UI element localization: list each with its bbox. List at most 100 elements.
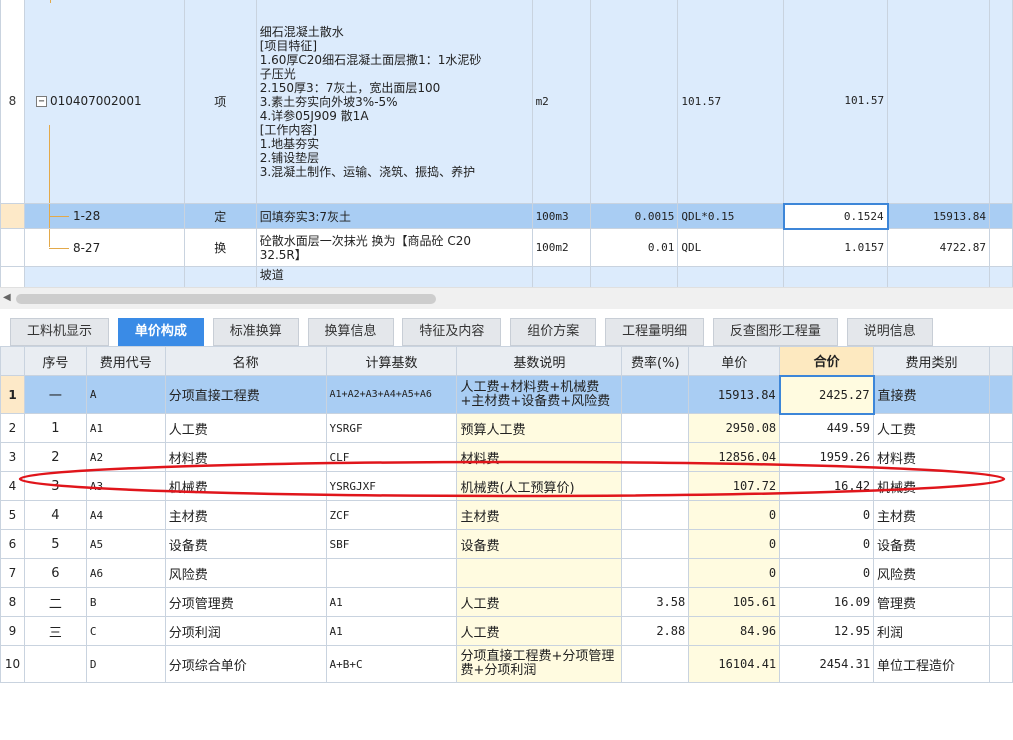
cell-rate[interactable] [621, 529, 690, 559]
col-header-code[interactable]: 费用代号 [85, 346, 166, 376]
cell-base-desc[interactable]: 机械费(人工预算价) [456, 471, 623, 501]
cell-code[interactable]: A4 [85, 500, 166, 530]
tab-pricing-scheme[interactable]: 组价方案 [510, 318, 597, 346]
cell-base[interactable]: CLF [325, 442, 458, 472]
cell-category[interactable]: 人工费 [873, 413, 990, 443]
cell-code[interactable]: A2 [85, 442, 166, 472]
cell-base-desc[interactable]: 主材费 [456, 500, 623, 530]
cell-seq[interactable]: 2 [23, 442, 87, 472]
cell-code[interactable]: A6 [85, 558, 166, 588]
table-row[interactable]: 4 3 A3 机械费 YSRGJXF 机械费(人工预算价) 107.72 16.42 机械费 [0, 471, 1013, 501]
cell-seq[interactable]: 1 [23, 413, 87, 443]
cell-base[interactable]: YSRGJXF [325, 471, 458, 501]
cell-category[interactable]: 主材费 [873, 500, 990, 530]
item-code-cell[interactable] [23, 266, 185, 287]
cell-seq[interactable] [23, 645, 87, 683]
quota-expression[interactable]: QDL*0.15 [677, 203, 785, 229]
col-header-rate[interactable]: 费率(%) [621, 346, 690, 376]
table-row[interactable]: 10 D 分项综合单价 A+B+C 分项直接工程费+分项管理费+分项利润 16104.41… [0, 645, 1013, 683]
cell-rate[interactable] [621, 500, 690, 530]
quota-description[interactable]: 砼散水面层一次抹光 换为【商品砼 C20 32.5R】 [255, 228, 533, 267]
cell-base[interactable]: A1+A2+A3+A4+A5+A6 [325, 375, 458, 414]
cell-category[interactable]: 直接费 [873, 375, 990, 414]
horizontal-scrollbar[interactable]: ◀ [0, 287, 1013, 309]
cell-name[interactable]: 风险费 [164, 558, 327, 588]
cell-seq[interactable]: 二 [23, 587, 87, 617]
table-row[interactable]: 6 5 A5 设备费 SBF 设备费 0 0 设备费 [0, 529, 1013, 559]
cell-name[interactable]: 主材费 [164, 500, 327, 530]
cell-rate[interactable] [621, 442, 690, 472]
cell-category[interactable]: 设备费 [873, 529, 990, 559]
cell-base-desc[interactable]: 人工费+材料费+机械费+主材费+设备费+风险费 [456, 375, 623, 414]
quota-expression[interactable]: QDL [677, 228, 785, 267]
cell-base[interactable]: A1 [325, 616, 458, 646]
cell-category[interactable]: 机械费 [873, 471, 990, 501]
cell-code[interactable]: A [85, 375, 166, 414]
table-row[interactable]: 2 1 A1 人工费 YSRGF 预算人工费 2950.08 449.59 人工费 [0, 413, 1013, 443]
cell-base[interactable]: SBF [325, 529, 458, 559]
cell-seq[interactable]: 3 [23, 471, 87, 501]
cell-base-desc[interactable] [456, 558, 623, 588]
table-row[interactable]: 9 三 C 分项利润 A1 人工费 2.88 84.96 12.95 利润 [0, 616, 1013, 646]
cell-seq[interactable]: 6 [23, 558, 87, 588]
cell-seq[interactable]: 三 [23, 616, 87, 646]
cell-rate[interactable] [621, 413, 690, 443]
cell-seq[interactable]: 5 [23, 529, 87, 559]
table-row[interactable]: 5 4 A4 主材费 ZCF 主材费 0 0 主材费 [0, 500, 1013, 530]
col-header-base[interactable]: 计算基数 [325, 346, 458, 376]
quota-description[interactable]: 回填夯实3:7灰土 [255, 203, 533, 229]
table-row[interactable]: 7 6 A6 风险费 0 0 风险费 [0, 558, 1013, 588]
cell-name[interactable]: 机械费 [164, 471, 327, 501]
cell-base-desc[interactable]: 材料费 [456, 442, 623, 472]
item-description[interactable]: 细石混凝土散水 [项目特征] 1.60厚C20细石混凝土面层撒1：1水泥砂 子压… [255, 0, 533, 204]
collapse-icon[interactable]: − [35, 96, 47, 107]
cell-base[interactable] [325, 558, 458, 588]
cell-name[interactable]: 材料费 [164, 442, 327, 472]
quota-row-selected[interactable]: 1-28 定 回填夯实3:7灰土 100m3 0.0015 QDL*0.15 0… [0, 202, 1013, 230]
cell-base-desc[interactable]: 人工费 [456, 616, 623, 646]
cell-base-desc[interactable]: 分项直接工程费+分项管理费+分项利润 [456, 645, 623, 683]
table-row[interactable]: 3 2 A2 材料费 CLF 材料费 12856.04 1959.26 材料费 [0, 442, 1013, 472]
cell-code[interactable]: A5 [85, 529, 166, 559]
cell-name[interactable]: 设备费 [164, 529, 327, 559]
cell-rate[interactable]: 2.88 [621, 616, 690, 646]
cell-base-desc[interactable]: 预算人工费 [456, 413, 623, 443]
cell-base-desc[interactable]: 设备费 [456, 529, 623, 559]
cell-name[interactable]: 分项利润 [164, 616, 327, 646]
cell-code[interactable]: C [85, 616, 166, 646]
quota-row[interactable]: 8-27 换 砼散水面层一次抹光 换为【商品砼 C20 32.5R】 100m2… [0, 228, 1013, 267]
cell-rate[interactable]: 3.58 [621, 587, 690, 617]
quota-code-cell[interactable]: 1-28 [23, 203, 185, 229]
cell-category[interactable]: 风险费 [873, 558, 990, 588]
bill-item-row-next[interactable]: 坡道 [0, 266, 1013, 287]
item-description[interactable]: 坡道 [255, 266, 533, 287]
cell-rate[interactable] [621, 375, 690, 414]
cell-rate[interactable] [621, 645, 690, 683]
cell-code[interactable]: D [85, 645, 166, 683]
col-header-seq[interactable]: 序号 [23, 346, 87, 376]
cell-base[interactable]: ZCF [325, 500, 458, 530]
cell-code[interactable]: A1 [85, 413, 166, 443]
tab-reverse-graphic-quantity[interactable]: 反查图形工程量 [712, 318, 838, 346]
cell-rate[interactable] [621, 471, 690, 501]
tab-conversion-info[interactable]: 换算信息 [307, 318, 394, 346]
cell-seq[interactable]: 一 [23, 375, 87, 414]
cell-name[interactable]: 分项直接工程费 [164, 375, 327, 414]
cell-name[interactable]: 分项管理费 [164, 587, 327, 617]
col-header-category[interactable]: 费用类别 [873, 346, 990, 376]
cell-code[interactable]: A3 [85, 471, 166, 501]
col-header-name[interactable]: 名称 [164, 346, 327, 376]
col-header-unit-price[interactable]: 单价 [688, 346, 781, 376]
tab-labor-material-machine[interactable]: 工料机显示 [10, 318, 110, 346]
cell-base[interactable]: A1 [325, 587, 458, 617]
item-code-cell[interactable]: −010407002001 [23, 0, 185, 204]
col-header-base-desc[interactable]: 基数说明 [456, 346, 623, 376]
cell-name[interactable]: 分项综合单价 [164, 645, 327, 683]
col-header-total[interactable]: 合价 [779, 346, 875, 376]
scrollbar-thumb[interactable] [16, 294, 436, 304]
tab-quantity-detail[interactable]: 工程量明细 [605, 318, 705, 346]
cell-category[interactable]: 材料费 [873, 442, 990, 472]
table-row[interactable]: 1 一 A 分项直接工程费 A1+A2+A3+A4+A5+A6 人工费+材料费+机械费+主… [0, 374, 1013, 415]
cell-category[interactable]: 利润 [873, 616, 990, 646]
cell-base-desc[interactable]: 人工费 [456, 587, 623, 617]
